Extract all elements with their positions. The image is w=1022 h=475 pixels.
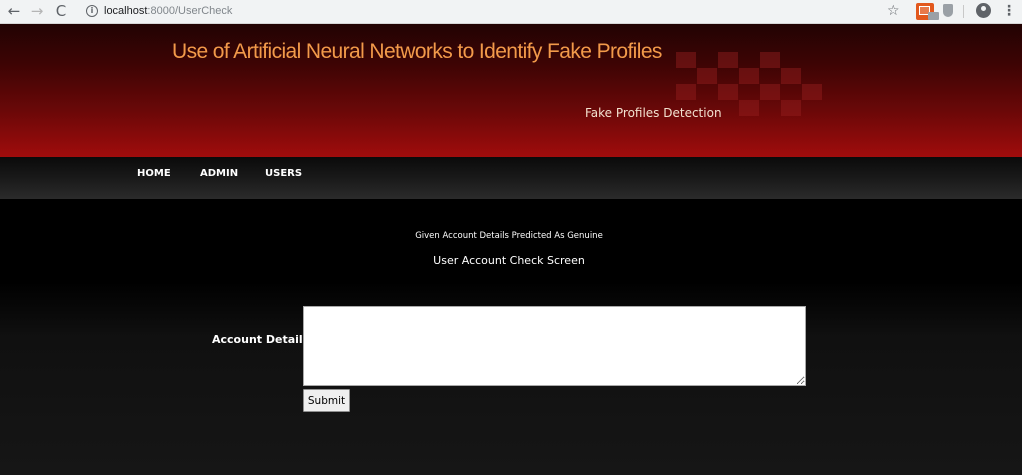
header-decoration: [718, 52, 738, 68]
header-decoration: [718, 84, 738, 100]
header-decoration: [739, 100, 759, 116]
header-decoration: [697, 68, 717, 84]
bookmark-star-icon[interactable]: ☆: [887, 2, 900, 20]
url-path: :8000/UserCheck: [147, 5, 233, 17]
reload-icon[interactable]: C: [52, 2, 70, 20]
header-decoration: [781, 100, 801, 116]
header-decoration: [802, 84, 822, 100]
account-details-textarea[interactable]: [303, 306, 806, 386]
forward-icon[interactable]: →: [28, 2, 46, 20]
header-decoration: [760, 84, 780, 100]
site-title: Use of Artificial Neural Networks to Ide…: [172, 40, 662, 63]
back-icon[interactable]: ←: [5, 2, 23, 20]
nav-home-link[interactable]: HOME: [137, 168, 171, 179]
header-decoration: [739, 68, 759, 84]
site-subtitle: Fake Profiles Detection: [585, 106, 722, 120]
browser-toolbar: ← → C i localhost:8000/UserCheck ☆ ⋮: [0, 0, 1022, 24]
profile-avatar-icon[interactable]: [976, 3, 991, 18]
nav-admin-link[interactable]: ADMIN: [200, 168, 238, 179]
info-icon[interactable]: i: [86, 5, 98, 17]
submit-button[interactable]: Submit: [303, 389, 350, 412]
main-content: Given Account Details Predicted As Genui…: [0, 199, 1022, 475]
account-details-label: Account Details: [212, 333, 310, 346]
header-decoration: [781, 68, 801, 84]
address-bar[interactable]: i localhost:8000/UserCheck: [80, 2, 910, 21]
nav-users-link[interactable]: USERS: [265, 168, 302, 179]
header-decoration: [676, 52, 696, 68]
browser-menu-icon[interactable]: ⋮: [1002, 2, 1016, 20]
screen-title: User Account Check Screen: [433, 254, 585, 267]
header-decoration: [676, 84, 696, 100]
header-decoration: [760, 52, 780, 68]
extension-badge-icon: [928, 12, 939, 20]
toolbar-divider: [963, 5, 964, 18]
site-header: Use of Artificial Neural Networks to Ide…: [0, 24, 1022, 157]
url-text[interactable]: localhost:8000/UserCheck: [104, 4, 232, 19]
main-nav: HOME ADMIN USERS: [0, 157, 1022, 199]
url-host: localhost: [104, 5, 148, 17]
shield-extension-icon[interactable]: [943, 4, 953, 17]
prediction-result-message: Given Account Details Predicted As Genui…: [415, 231, 603, 241]
